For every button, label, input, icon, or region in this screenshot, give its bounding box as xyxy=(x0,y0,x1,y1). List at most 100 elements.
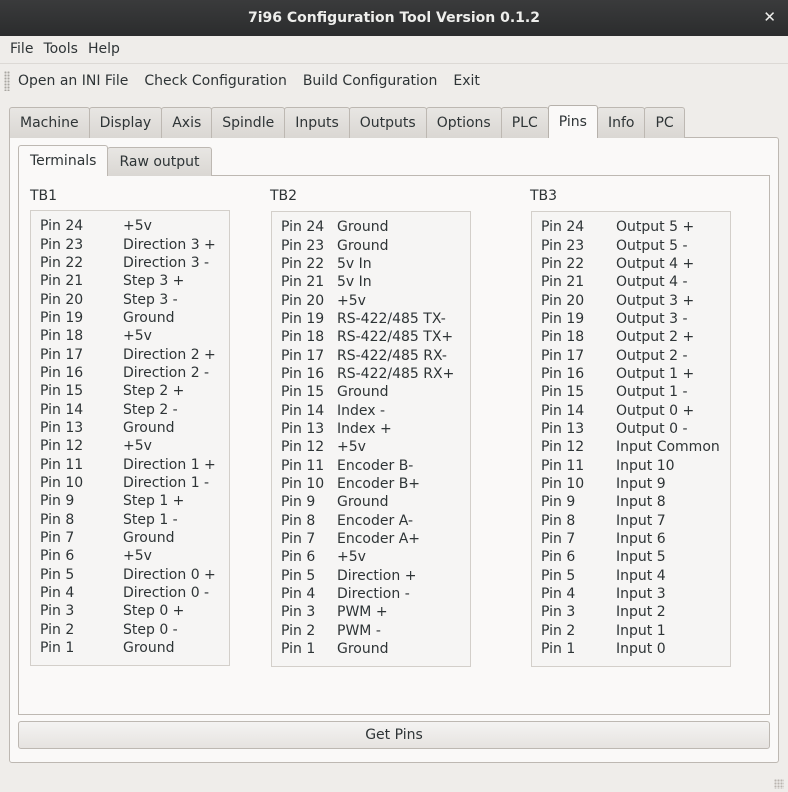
tab-machine[interactable]: Machine xyxy=(9,107,90,138)
menu-help[interactable]: Help xyxy=(83,41,125,57)
tab-info[interactable]: Info xyxy=(596,107,646,138)
pin-function: Direction 3 + xyxy=(123,236,216,253)
pin-name: Pin 1 xyxy=(281,641,316,658)
pin-row: Pin 23 Output 5 - xyxy=(532,236,730,254)
pin-name: Pin 11 xyxy=(40,456,84,473)
pin-name: Pin 24 xyxy=(40,218,84,235)
pin-name: Pin 15 xyxy=(281,384,325,401)
pin-name: Pin 11 xyxy=(281,457,325,474)
tab-raw-output[interactable]: Raw output xyxy=(107,147,212,176)
close-icon[interactable]: ✕ xyxy=(763,8,776,26)
tab-plc[interactable]: PLC xyxy=(500,107,549,138)
tab-display[interactable]: Display xyxy=(88,107,163,138)
pin-function: Step 2 - xyxy=(123,401,178,418)
pin-function: Direction + xyxy=(337,567,417,584)
pin-name: Pin 8 xyxy=(40,511,75,528)
pin-function: Output 3 + xyxy=(616,292,695,309)
pin-name: Pin 3 xyxy=(281,604,316,621)
pin-function: Output 4 - xyxy=(616,274,688,291)
pin-function: Input 8 xyxy=(616,494,666,511)
pin-name: Pin 5 xyxy=(40,566,75,583)
tab-pc[interactable]: PC xyxy=(644,107,685,138)
pin-row: Pin 16 RS-422/485 RX+ xyxy=(272,365,470,383)
pin-row: Pin 6 Input 5 xyxy=(532,548,730,566)
pin-function: Output 1 - xyxy=(616,384,688,401)
pin-row: Pin 19 Ground xyxy=(31,309,229,327)
pin-function: RS-422/485 RX+ xyxy=(337,365,455,382)
pin-name: Pin 2 xyxy=(541,622,576,639)
pin-function: Step 1 - xyxy=(123,511,178,528)
pin-function: PWM - xyxy=(337,622,381,639)
pin-row: Pin 21 5v In xyxy=(272,273,470,291)
pin-function: +5v xyxy=(123,328,152,345)
pin-function: Encoder B+ xyxy=(337,475,421,492)
pin-function: +5v xyxy=(123,218,152,235)
pin-name: Pin 22 xyxy=(541,255,585,272)
pin-row: Pin 7 Encoder A+ xyxy=(272,530,470,548)
pin-name: Pin 18 xyxy=(281,329,325,346)
pin-row: Pin 2 Step 0 - xyxy=(31,621,229,639)
pin-row: Pin 19 RS-422/485 TX- xyxy=(272,310,470,328)
get-pins-button[interactable]: Get Pins xyxy=(18,721,770,749)
pin-row: Pin 13 Output 0 - xyxy=(532,420,730,438)
pin-row: Pin 6 +5v xyxy=(272,548,470,566)
pin-function: +5v xyxy=(123,548,152,565)
pin-name: Pin 7 xyxy=(541,531,576,548)
pin-function: Output 3 - xyxy=(616,310,688,327)
pin-name: Pin 23 xyxy=(40,236,84,253)
pin-function: Input 9 xyxy=(616,475,666,492)
resize-grip-icon[interactable] xyxy=(774,779,784,789)
pin-name: Pin 12 xyxy=(281,439,325,456)
pin-name: Pin 13 xyxy=(541,420,585,437)
pin-row: Pin 24 Output 5 + xyxy=(532,218,730,236)
pin-row: Pin 23 Direction 3 + xyxy=(31,235,229,253)
pin-row: Pin 17 RS-422/485 RX- xyxy=(272,346,470,364)
pin-function: Input 4 xyxy=(616,567,666,584)
pin-function: Ground xyxy=(123,530,175,547)
tab-outputs[interactable]: Outputs xyxy=(348,107,427,138)
build-configuration-button[interactable]: Build Configuration xyxy=(295,73,446,89)
exit-button[interactable]: Exit xyxy=(445,73,488,89)
pin-name: Pin 5 xyxy=(541,567,576,584)
pin-name: Pin 1 xyxy=(40,640,75,657)
open-ini-button[interactable]: Open an INI File xyxy=(10,73,136,89)
pin-row: Pin 9 Input 8 xyxy=(532,493,730,511)
pin-name: Pin 14 xyxy=(281,402,325,419)
tab-inputs[interactable]: Inputs xyxy=(284,107,350,138)
pin-name: Pin 13 xyxy=(40,419,84,436)
pin-row: Pin 12 Input Common xyxy=(532,438,730,456)
pin-row: Pin 6 +5v xyxy=(31,547,229,565)
pin-name: Pin 15 xyxy=(40,383,84,400)
pin-row: Pin 10 Direction 1 - xyxy=(31,474,229,492)
pin-name: Pin 9 xyxy=(281,494,316,511)
menu-tools[interactable]: Tools xyxy=(38,41,83,57)
tab-pins[interactable]: Pins xyxy=(547,105,598,138)
tab-terminals[interactable]: Terminals xyxy=(18,145,109,176)
tb3-label: TB3 xyxy=(530,188,558,204)
tab-spindle[interactable]: Spindle xyxy=(211,107,286,138)
pin-function: Input 3 xyxy=(616,586,666,603)
pin-row: Pin 9 Ground xyxy=(272,493,470,511)
check-configuration-button[interactable]: Check Configuration xyxy=(136,73,294,89)
pin-function: Output 2 + xyxy=(616,329,695,346)
tab-axis[interactable]: Axis xyxy=(161,107,213,138)
pin-row: Pin 3 PWM + xyxy=(272,603,470,621)
pin-function: +5v xyxy=(337,549,366,566)
tab-options[interactable]: Options xyxy=(425,107,502,138)
pin-row: Pin 8 Encoder A- xyxy=(272,512,470,530)
pin-row: Pin 22 5v In xyxy=(272,255,470,273)
menu-file[interactable]: File xyxy=(0,41,38,57)
pin-name: Pin 4 xyxy=(281,586,316,603)
pin-row: Pin 10 Input 9 xyxy=(532,475,730,493)
pin-row: Pin 17 Output 2 - xyxy=(532,346,730,364)
pin-row: Pin 16 Output 1 + xyxy=(532,365,730,383)
pin-row: Pin 20 Output 3 + xyxy=(532,291,730,309)
pin-function: RS-422/485 TX+ xyxy=(337,329,454,346)
pin-function: Index - xyxy=(337,402,386,419)
pin-row: Pin 17 Direction 2 + xyxy=(31,345,229,363)
pin-function: RS-422/485 TX- xyxy=(337,310,446,327)
pin-name: Pin 12 xyxy=(40,438,84,455)
pin-row: Pin 3 Input 2 xyxy=(532,603,730,621)
pin-function: Output 2 - xyxy=(616,347,688,364)
pin-function: Ground xyxy=(337,219,389,236)
